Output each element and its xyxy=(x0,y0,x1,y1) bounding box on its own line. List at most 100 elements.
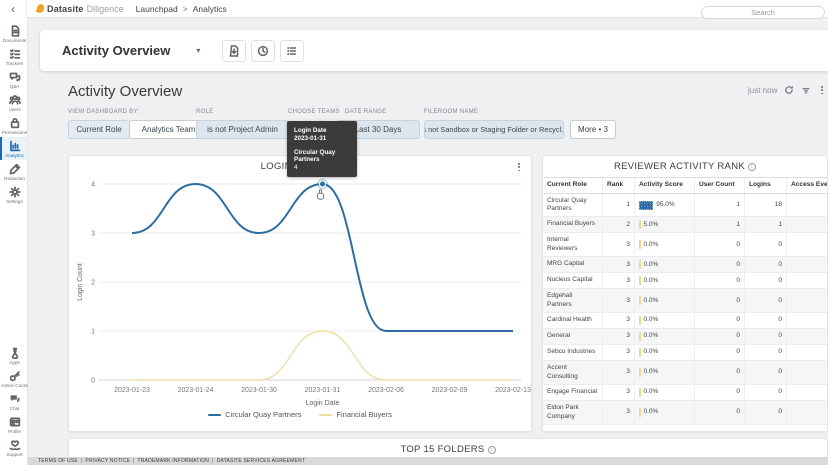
refresh-icon xyxy=(784,85,794,95)
activity-score-bar xyxy=(639,240,641,249)
cell-logins: 0 xyxy=(745,313,787,328)
activity-score-bar xyxy=(639,260,641,269)
cell-access-events xyxy=(787,345,828,360)
back-button[interactable]: ‹ xyxy=(0,0,27,18)
sidebar-item-label: Chat xyxy=(10,406,20,411)
series-line-financial-buyers[interactable] xyxy=(132,331,513,380)
column-header[interactable]: User Count xyxy=(695,178,745,193)
x-tick-label: 2023-01-30 xyxy=(241,387,277,394)
activity-score-value: 0.0% xyxy=(644,332,659,340)
sidebar-item-label: Apps xyxy=(9,360,19,365)
cell-rank: 1 xyxy=(603,194,635,217)
info-icon[interactable]: i xyxy=(748,163,756,171)
chart-tooltip: Login Date 2023-01-31 Circular Quay Part… xyxy=(287,121,357,177)
cell-access-events xyxy=(787,194,828,217)
export-button[interactable] xyxy=(222,40,246,62)
left-sidebar: DocumentsTrackersQ&AUsersPermissionsAnal… xyxy=(0,18,28,465)
sidebar-item-redaction[interactable]: Redaction xyxy=(0,160,27,183)
role-filter-chip[interactable]: is not Project Admin xyxy=(196,120,289,139)
cell-rank: 3 xyxy=(603,385,635,400)
table-row[interactable]: Nucleus Capital30.0%00 xyxy=(543,273,828,289)
refresh-button[interactable] xyxy=(784,85,794,95)
search-input[interactable] xyxy=(701,6,825,19)
report-selector[interactable]: Activity Overview ▾ xyxy=(62,43,200,58)
table-row[interactable]: Circular Quay Partners195.0%118 xyxy=(543,194,828,218)
column-header[interactable]: Logins xyxy=(745,178,787,193)
footer-separator: | xyxy=(133,458,135,464)
fileroom-filter-chip[interactable]: is not Sandbox or Staging Folder or Recy… xyxy=(424,120,564,139)
table-row[interactable]: Sebco Industries30.0%00 xyxy=(543,345,828,361)
sidebar-item-profile[interactable]: Profile xyxy=(0,413,27,436)
footer-link-terms-of-use[interactable]: TERMS OF USE xyxy=(38,458,78,464)
chart-menu-button[interactable] xyxy=(515,162,523,172)
cell-activity-score: 0.0% xyxy=(635,257,695,272)
sidebar-item-users[interactable]: Users xyxy=(0,91,27,114)
analytics-icon xyxy=(9,140,21,152)
login-activity-chart[interactable]: 012342023-01-232023-01-242023-01-302023-… xyxy=(69,174,533,409)
sidebar-item-apps[interactable]: Apps xyxy=(0,344,27,367)
cell-current-role: Internal Reviewers xyxy=(543,233,603,256)
sidebar-item-settings[interactable]: Settings xyxy=(0,183,27,206)
cell-rank: 3 xyxy=(603,257,635,272)
table-row[interactable]: Engage Financial30.0%00 xyxy=(543,385,828,401)
table-row[interactable]: Accent Consulting30.0%00 xyxy=(543,361,828,385)
table-row[interactable]: Cardinal Health30.0%00 xyxy=(543,313,828,329)
cell-rank: 3 xyxy=(603,273,635,288)
tooltip-date: 2023-01-31 xyxy=(294,135,350,142)
table-row[interactable]: General30.0%00 xyxy=(543,329,828,345)
cell-access-events xyxy=(787,361,828,384)
sidebar-item-chat[interactable]: Chat xyxy=(0,390,27,413)
table-row[interactable]: Internal Reviewers30.0%00 xyxy=(543,233,828,257)
footer-link-datasite-services-agreement[interactable]: DATASITE SERVICES AGREEMENT xyxy=(217,458,305,464)
filter-button[interactable] xyxy=(801,85,811,95)
brand-logo[interactable]: Datasite Diligence xyxy=(37,4,124,14)
cell-logins: 0 xyxy=(745,361,787,384)
lock-icon xyxy=(9,117,21,129)
column-header[interactable]: Current Role xyxy=(543,178,603,193)
schedule-button[interactable] xyxy=(251,40,275,62)
qa-icon xyxy=(9,71,21,83)
report-list-button[interactable] xyxy=(280,40,304,62)
y-tick-label: 4 xyxy=(91,182,95,189)
apps-icon xyxy=(9,347,21,359)
cell-rank: 3 xyxy=(603,329,635,344)
last-refreshed-label: just now xyxy=(748,86,777,95)
sidebar-item-permissions[interactable]: Permissions xyxy=(0,114,27,137)
sidebar-item-documents[interactable]: Documents xyxy=(0,22,27,45)
cell-access-events xyxy=(787,217,828,232)
view-option-current-role[interactable]: Current Role xyxy=(68,120,130,139)
sidebar-item-trackers[interactable]: Trackers xyxy=(0,45,27,68)
cell-user-count: 0 xyxy=(695,313,745,328)
footer-link-privacy-notice[interactable]: PRIVACY NOTICE xyxy=(85,458,130,464)
activity-score-bar xyxy=(639,316,641,325)
column-header[interactable]: Activity Score xyxy=(635,178,695,193)
cell-user-count: 0 xyxy=(695,385,745,400)
cell-access-events xyxy=(787,329,828,344)
table-row[interactable]: Eldon Park Company30.0%00 xyxy=(543,401,828,425)
column-header[interactable]: Access Events xyxy=(787,178,828,193)
info-icon[interactable]: i xyxy=(488,446,496,454)
sidebar-item-q-a[interactable]: Q&A xyxy=(0,68,27,91)
table-row[interactable]: Edgehall Partners30.0%00 xyxy=(543,289,828,313)
cell-user-count: 0 xyxy=(695,257,745,272)
table-row[interactable]: MRG Capital30.0%00 xyxy=(543,257,828,273)
cell-activity-score: 95.0% xyxy=(635,194,695,217)
table-row[interactable]: Financial Buyers25.0%11 xyxy=(543,217,828,233)
legend-item-financial-buyers[interactable]: Financial Buyers xyxy=(319,410,391,419)
sidebar-item-admin-console[interactable]: Admin Console xyxy=(0,367,27,390)
breadcrumb-launchpad[interactable]: Launchpad xyxy=(136,4,178,14)
sidebar-item-support[interactable]: Support xyxy=(0,436,27,459)
column-header[interactable]: Rank xyxy=(603,178,635,193)
cell-access-events xyxy=(787,401,828,424)
footer-link-trademark-information[interactable]: TRADEMARK INFORMATION xyxy=(137,458,209,464)
tooltip-series: Circular Quay Partners xyxy=(294,149,350,163)
sidebar-bottom-group: Apps Admin Console Chat ProfileSupport xyxy=(0,344,27,465)
more-filters-chip[interactable]: More • 3 xyxy=(570,120,616,139)
sidebar-item-analytics[interactable]: Analytics xyxy=(0,137,27,160)
breadcrumb-analytics[interactable]: Analytics xyxy=(193,4,227,14)
cell-access-events xyxy=(787,257,828,272)
legend-item-circular-quay-partners[interactable]: Circular Quay Partners xyxy=(208,410,301,419)
choose-teams-label: CHOOSE TEAMS xyxy=(288,109,340,115)
dashboard-menu-button[interactable] xyxy=(818,85,826,95)
series-line-circular-quay-partners[interactable] xyxy=(132,184,513,331)
